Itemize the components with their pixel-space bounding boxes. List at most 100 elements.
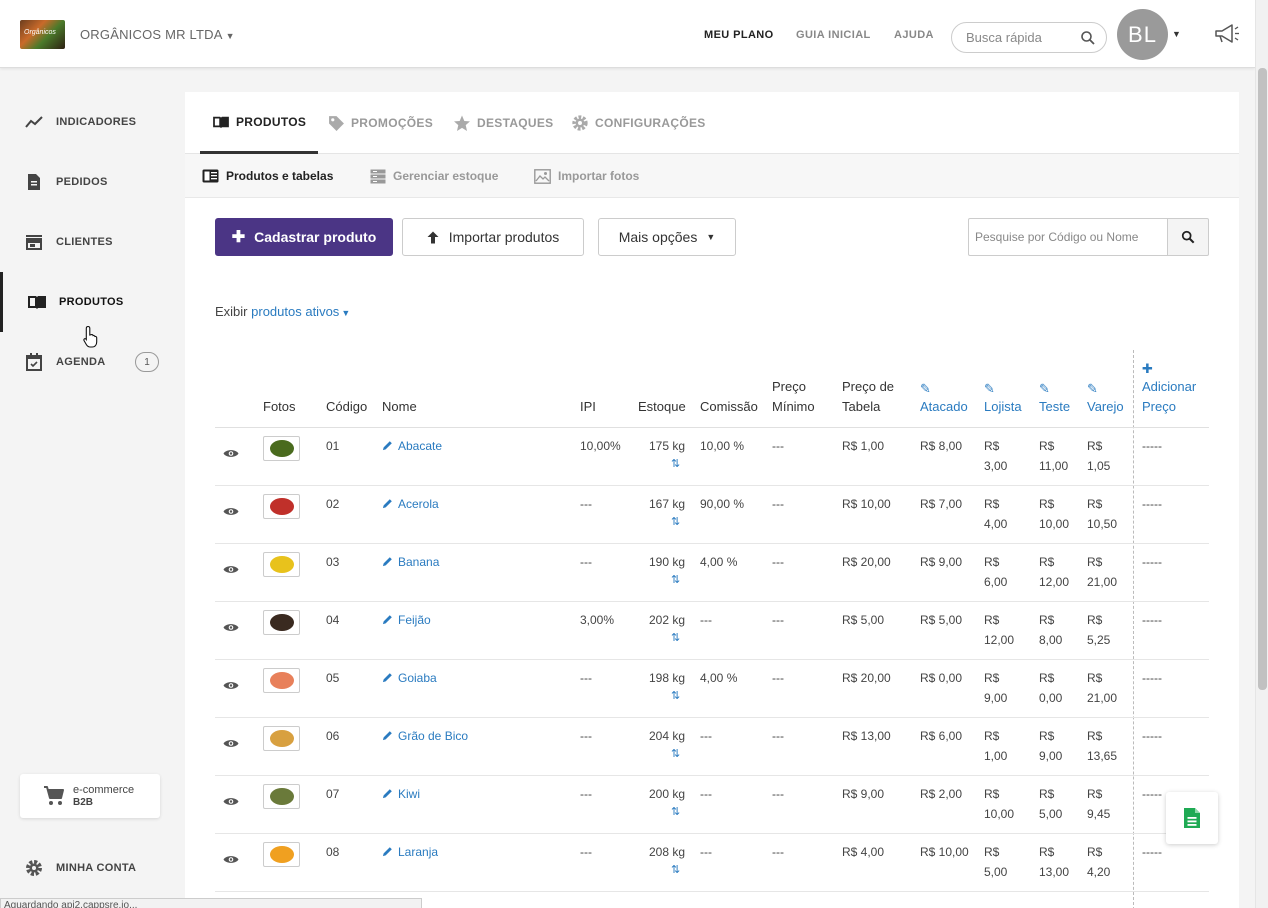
pencil-icon[interactable]: ✎ (1039, 381, 1070, 397)
table-row: 02 Acerola --- 167 kg ⇅ 90,00 % --- R$ 10,00 R$ … (215, 486, 1209, 544)
product-stock: 175 kg (648, 439, 685, 453)
chevron-down-icon[interactable]: ▼ (1172, 29, 1181, 39)
tab-produtos[interactable]: PRODUTOS (200, 92, 319, 154)
eye-icon[interactable] (223, 854, 239, 865)
eye-icon[interactable] (223, 564, 239, 575)
ecommerce-b2b-button[interactable]: e-commerce B2B (20, 774, 160, 818)
sidebar-item-indicadores[interactable]: INDICADORES (0, 92, 185, 152)
header-nome[interactable]: Nome (382, 397, 417, 417)
stock-adjust-icon[interactable]: ⇅ (671, 515, 680, 528)
product-photo[interactable] (263, 842, 300, 867)
quick-search-input[interactable] (966, 30, 1084, 45)
eye-icon[interactable] (223, 622, 239, 633)
product-code: 07 (326, 787, 340, 801)
user-avatar[interactable]: BL (1117, 9, 1168, 60)
subtab-gerenciar-estoque[interactable]: Gerenciar estoque (370, 154, 498, 198)
product-name-link[interactable]: Grão de Bico (382, 726, 468, 746)
stock-adjust-icon[interactable]: ⇅ (671, 747, 680, 760)
pencil-icon[interactable]: ✎ (1087, 381, 1124, 397)
add-price-button[interactable]: ✚ Adicionar Preço (1142, 361, 1196, 417)
page-scrollbar[interactable] (1255, 0, 1268, 908)
product-name-link[interactable]: Laranja (382, 842, 438, 862)
company-selector[interactable]: ORGÂNICOS MR LTDA ▼ (80, 27, 235, 42)
product-photo[interactable] (263, 610, 300, 635)
add-product-button[interactable]: ✚ Cadastrar produto (215, 218, 393, 256)
filter-dropdown[interactable]: produtos ativos (251, 304, 339, 319)
quick-search (951, 22, 1107, 53)
sidebar-item-label: MINHA CONTA (56, 862, 137, 874)
stock-adjust-icon[interactable]: ⇅ (671, 573, 680, 586)
product-search-button[interactable] (1167, 218, 1209, 256)
eye-icon[interactable] (223, 448, 239, 459)
product-name-link[interactable]: Banana (382, 552, 439, 572)
product-min-price: --- (772, 845, 784, 859)
sidebar-item-minha-conta[interactable]: MINHA CONTA (0, 838, 185, 898)
product-ipi: --- (580, 497, 592, 511)
stock-adjust-icon[interactable]: ⇅ (671, 805, 680, 818)
product-photo[interactable] (263, 436, 300, 461)
tab-destaques[interactable]: DESTAQUES (453, 92, 554, 154)
company-logo[interactable]: Orgânicos (20, 20, 65, 49)
hand-cursor-icon (83, 325, 98, 348)
product-table-price: R$ 1,00 (842, 439, 885, 453)
stock-adjust-icon[interactable]: ⇅ (671, 863, 680, 876)
eye-icon[interactable] (223, 738, 239, 749)
spreadsheet-export-button[interactable] (1166, 792, 1218, 844)
chevron-down-icon[interactable]: ▼ (341, 308, 350, 318)
subtab-importar-fotos[interactable]: Importar fotos (534, 154, 639, 198)
stock-adjust-icon[interactable]: ⇅ (671, 631, 680, 644)
more-options-dropdown[interactable]: Mais opções ▼ (598, 218, 736, 256)
eye-icon[interactable] (223, 506, 239, 517)
product-photo[interactable] (263, 668, 300, 693)
tab-promocoes[interactable]: PROMOÇÕES (328, 92, 433, 154)
price-teste: R$ 0,00 (1039, 668, 1062, 708)
header-line: Preço (1142, 399, 1176, 414)
product-name-link[interactable]: Kiwi (382, 784, 420, 804)
megaphone-icon[interactable] (1212, 22, 1240, 46)
product-photo[interactable] (263, 494, 300, 519)
sidebar-item-produtos[interactable]: PRODUTOS (0, 272, 185, 332)
search-icon[interactable] (1080, 30, 1096, 46)
list-book-icon (202, 169, 219, 183)
product-photo[interactable] (263, 726, 300, 751)
store-icon (26, 235, 42, 250)
nav-meu-plano[interactable]: MEU PLANO (704, 29, 774, 41)
import-products-button[interactable]: Importar produtos (402, 218, 584, 256)
price-varejo: R$ 9,45 (1087, 784, 1110, 824)
header-estoque[interactable]: Estoque (638, 397, 686, 417)
gear-icon (572, 115, 588, 131)
search-icon (1181, 230, 1195, 244)
nav-ajuda[interactable]: AJUDA (894, 29, 934, 41)
eye-icon[interactable] (223, 796, 239, 807)
company-name: ORGÂNICOS MR LTDA (80, 27, 223, 42)
product-name-link[interactable]: Abacate (382, 436, 442, 456)
tab-configuracoes[interactable]: CONFIGURAÇÕES (571, 92, 706, 154)
header-varejo[interactable]: ✎ Varejo (1087, 381, 1124, 417)
product-code: 02 (326, 497, 340, 511)
header-atacado[interactable]: ✎ Atacado (920, 381, 968, 417)
product-name-link[interactable]: Goiaba (382, 668, 437, 688)
product-photo[interactable] (263, 552, 300, 577)
header-codigo[interactable]: Código (326, 397, 367, 417)
header-teste[interactable]: ✎ Teste (1039, 381, 1070, 417)
filter-prefix: Exibir (215, 304, 248, 319)
nav-guia-inicial[interactable]: GUIA INICIAL (796, 29, 871, 41)
pencil-icon (382, 789, 392, 799)
stock-adjust-icon[interactable]: ⇅ (671, 689, 680, 702)
product-search-input[interactable] (975, 230, 1163, 244)
scrollbar-thumb[interactable] (1258, 68, 1267, 690)
plus-icon[interactable]: ✚ (1142, 361, 1196, 377)
sidebar-item-pedidos[interactable]: PEDIDOS (0, 152, 185, 212)
stock-adjust-icon[interactable]: ⇅ (671, 457, 680, 470)
product-photo[interactable] (263, 784, 300, 809)
pencil-icon[interactable]: ✎ (984, 381, 1022, 397)
header-lojista[interactable]: ✎ Lojista (984, 381, 1022, 417)
sidebar-item-clientes[interactable]: CLIENTES (0, 212, 185, 272)
pencil-icon[interactable]: ✎ (920, 381, 968, 397)
product-name-link[interactable]: Acerola (382, 494, 439, 514)
header-line: Lojista (984, 399, 1022, 414)
product-table-price: R$ 20,00 (842, 671, 891, 685)
subtab-produtos-tabelas[interactable]: Produtos e tabelas (202, 154, 333, 198)
eye-icon[interactable] (223, 680, 239, 691)
product-name-link[interactable]: Feijão (382, 610, 431, 630)
